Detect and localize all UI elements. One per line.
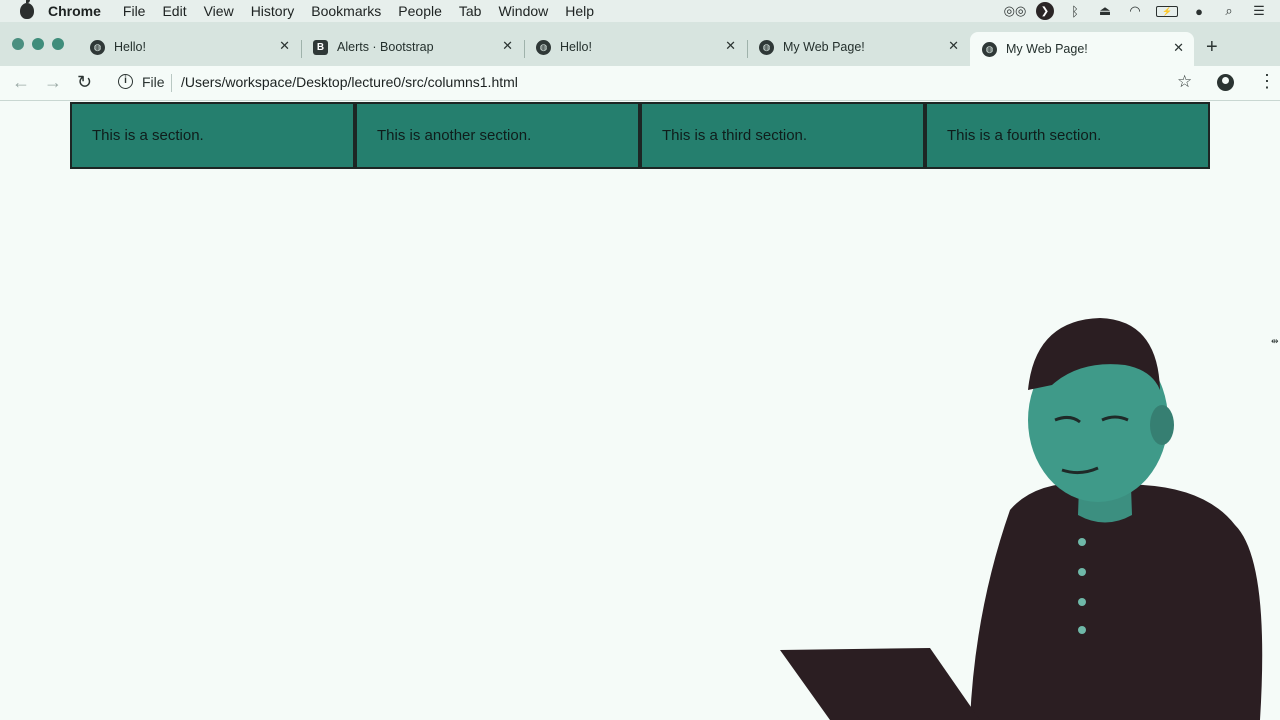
columns-row: This is a section. This is another secti…	[70, 102, 1210, 169]
menu-chrome[interactable]: Chrome	[48, 3, 101, 19]
tab-my-web-page-1[interactable]: ◍ My Web Page! ✕	[749, 32, 969, 62]
tab-divider	[524, 40, 525, 58]
menu-bar: Chrome File Edit View History Bookmarks …	[0, 0, 1280, 22]
section-2: This is another section.	[355, 102, 640, 169]
browser-toolbar: ← → ↻ i File /Users/workspace/Desktop/le…	[0, 66, 1280, 101]
section-4: This is a fourth section.	[925, 102, 1210, 169]
tab-title: Hello!	[560, 40, 592, 54]
list-icon[interactable]: ☰	[1250, 3, 1268, 18]
close-tab-icon[interactable]: ✕	[948, 38, 959, 54]
bootstrap-icon: B	[313, 39, 328, 55]
window-controls	[12, 38, 64, 50]
tab-title: My Web Page!	[1006, 42, 1088, 56]
reload-button[interactable]: ↻	[77, 72, 92, 93]
menu-tab[interactable]: Tab	[459, 3, 482, 19]
globe-icon: ◍	[982, 41, 997, 57]
menu-view[interactable]: View	[204, 3, 234, 19]
new-tab-button[interactable]: +	[1206, 36, 1218, 59]
tab-title: Alerts · Bootstrap	[337, 40, 434, 54]
back-button[interactable]: ←	[12, 72, 30, 93]
menu-history[interactable]: History	[251, 3, 295, 19]
globe-icon: ◍	[536, 39, 551, 55]
apple-icon[interactable]	[20, 0, 34, 19]
forward-button[interactable]: →	[44, 72, 62, 93]
omnibox-divider	[171, 74, 172, 92]
tab-title: My Web Page!	[783, 40, 865, 54]
zoom-window-button[interactable]	[52, 38, 64, 50]
tab-my-web-page-active[interactable]: ◍ My Web Page! ✕	[970, 32, 1194, 66]
wifi-icon[interactable]: ◠	[1126, 3, 1144, 18]
section-1: This is a section.	[70, 102, 355, 169]
presenter-video-overlay	[780, 318, 1263, 720]
tab-divider	[747, 40, 748, 58]
search-icon[interactable]: ⌕	[1220, 3, 1238, 18]
close-tab-icon[interactable]: ✕	[502, 38, 513, 54]
menu-window[interactable]: Window	[498, 3, 548, 19]
scheme-label: File	[142, 74, 165, 90]
more-menu-icon[interactable]: ⋮	[1258, 72, 1276, 90]
menu-people[interactable]: People	[398, 3, 442, 19]
globe-icon: ◍	[759, 39, 774, 55]
eject-icon[interactable]: ⏏	[1096, 3, 1114, 18]
tab-hello-2[interactable]: ◍ Hello! ✕	[526, 32, 746, 62]
menu-help[interactable]: Help	[565, 3, 594, 19]
tab-title: Hello!	[114, 40, 146, 54]
glasses-icon[interactable]: ◎◎	[1004, 3, 1027, 18]
minimize-window-button[interactable]	[32, 38, 44, 50]
tab-hello-1[interactable]: ◍ Hello! ✕	[80, 32, 300, 62]
menu-file[interactable]: File	[123, 3, 146, 19]
tab-alerts-bootstrap[interactable]: B Alerts · Bootstrap ✕	[303, 32, 523, 62]
close-tab-icon[interactable]: ✕	[725, 38, 736, 54]
profile-avatar-icon[interactable]	[1217, 74, 1234, 91]
user-icon[interactable]: ●	[1190, 4, 1208, 19]
play-icon[interactable]: ❯	[1036, 2, 1054, 20]
bookmark-star-icon[interactable]: ☆	[1177, 72, 1192, 92]
address-bar[interactable]: /Users/workspace/Desktop/lecture0/src/co…	[181, 74, 518, 90]
bluetooth-icon[interactable]: ᛒ	[1066, 4, 1084, 19]
close-tab-icon[interactable]: ✕	[279, 38, 290, 54]
status-area: ◎◎ ❯ ᛒ ⏏ ◠ ⚡ ● ⌕ ☰	[1004, 0, 1280, 22]
battery-icon[interactable]: ⚡	[1156, 5, 1178, 17]
section-3: This is a third section.	[640, 102, 925, 169]
close-tab-icon[interactable]: ✕	[1173, 40, 1184, 56]
globe-icon: ◍	[90, 39, 105, 55]
tab-strip: ◍ Hello! ✕ B Alerts · Bootstrap ✕ ◍ Hell…	[0, 22, 1280, 66]
tab-divider	[301, 40, 302, 58]
menu-edit[interactable]: Edit	[162, 3, 186, 19]
info-icon[interactable]: i	[118, 74, 133, 89]
close-window-button[interactable]	[12, 38, 24, 50]
menu-bookmarks[interactable]: Bookmarks	[311, 3, 381, 19]
